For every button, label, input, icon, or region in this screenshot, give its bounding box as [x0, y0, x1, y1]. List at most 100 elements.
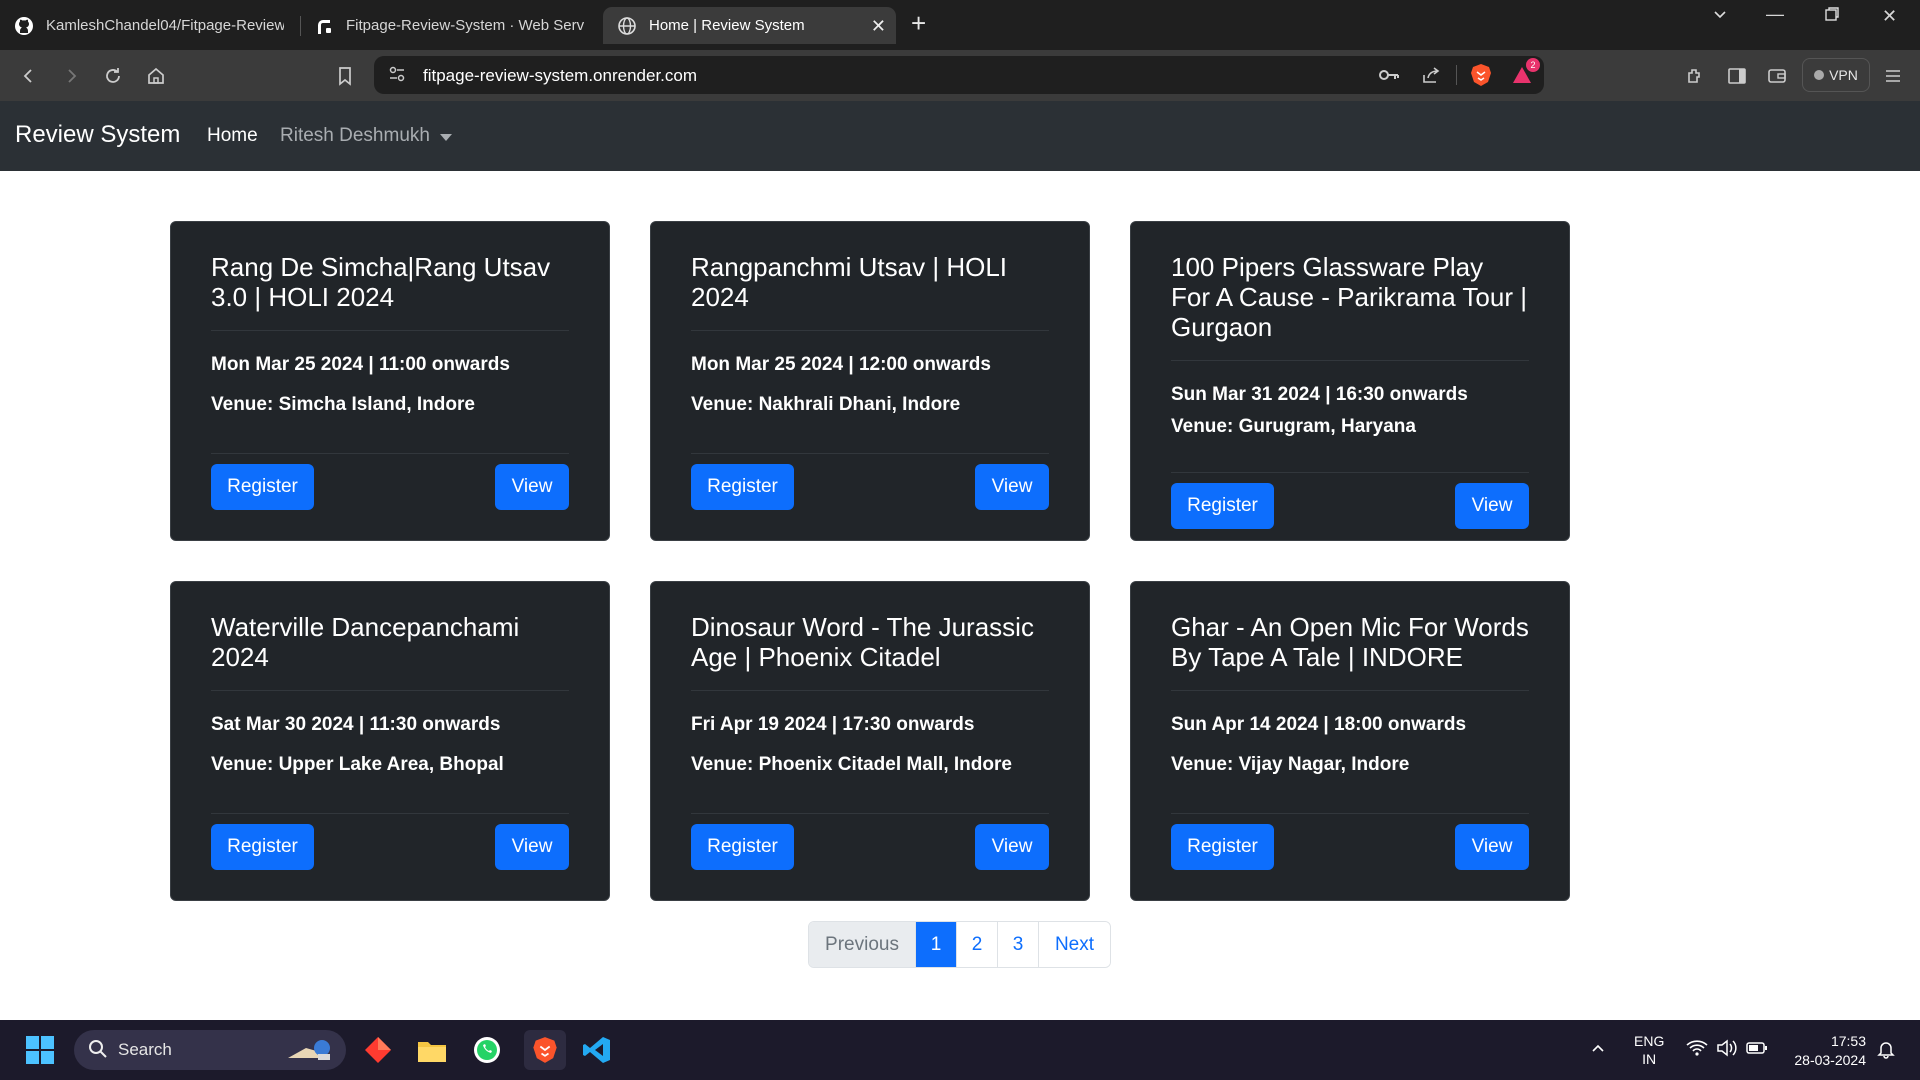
brave-shields-icon[interactable]	[1468, 62, 1494, 88]
clock-date: 28-03-2024	[1794, 1052, 1866, 1068]
event-title: Rangpanchmi Utsav | HOLI 2024	[691, 222, 1049, 331]
event-card: 100 Pipers Glassware Play For A Cause - …	[1130, 221, 1570, 541]
pagination-next[interactable]: Next	[1038, 922, 1110, 967]
event-card: Ghar - An Open Mic For Words By Tape A T…	[1130, 581, 1570, 901]
taskbar-search-label: Search	[118, 1040, 172, 1059]
render-icon	[314, 16, 334, 36]
taskbar: Search ENG IN 17:53 28-03-2024	[0, 1020, 1920, 1080]
wallet-icon[interactable]	[1764, 63, 1790, 89]
search-highlight-icon	[282, 1034, 338, 1071]
card-footer: Register View	[1171, 472, 1529, 529]
pagination-page-2[interactable]: 2	[956, 922, 997, 967]
reload-icon[interactable]	[100, 63, 126, 89]
event-venue: Venue: Nakhrali Dhani, Indore	[691, 394, 961, 415]
tab-title: KamleshChandel04/Fitpage-Review-S	[46, 17, 284, 34]
pagination-previous[interactable]: Previous	[809, 922, 915, 967]
event-venue: Venue: Simcha Island, Indore	[211, 394, 475, 415]
view-button[interactable]: View	[495, 464, 569, 510]
language-code: ENG	[1634, 1033, 1665, 1049]
windows-start-icon[interactable]	[22, 1032, 58, 1068]
event-date: Sat Mar 30 2024 | 11:30 onwards	[211, 714, 501, 735]
notification-badge: 2	[1526, 58, 1540, 72]
pagination-page-3[interactable]: 3	[997, 922, 1038, 967]
browser-tab-github[interactable]: KamleshChandel04/Fitpage-Review-S	[0, 7, 298, 44]
back-icon[interactable]	[16, 63, 42, 89]
event-card: Rangpanchmi Utsav | HOLI 2024 Mon Mar 25…	[650, 221, 1090, 541]
file-explorer-icon[interactable]	[414, 1032, 450, 1068]
browser-tab-render[interactable]: Fitpage-Review-System · Web Servic	[300, 7, 598, 44]
notification-bell-icon[interactable]	[1876, 1039, 1896, 1062]
vpn-button[interactable]: VPN	[1802, 58, 1870, 92]
register-button[interactable]: Register	[211, 464, 314, 510]
register-button[interactable]: Register	[1171, 483, 1274, 529]
card-footer: Register View	[691, 813, 1049, 870]
tab-title: Home | Review System	[649, 17, 805, 34]
taskbar-search[interactable]: Search	[74, 1030, 346, 1070]
event-venue: Venue: Vijay Nagar, Indore	[1171, 754, 1410, 775]
event-card: Waterville Dancepanchami 2024 Sat Mar 30…	[170, 581, 610, 901]
volume-icon[interactable]	[1716, 1039, 1738, 1060]
language-indicator[interactable]: ENG IN	[1634, 1032, 1664, 1068]
vpn-label: VPN	[1829, 67, 1858, 83]
event-title: Ghar - An Open Mic For Words By Tape A T…	[1171, 582, 1529, 691]
globe-icon	[617, 16, 637, 36]
close-tab-icon[interactable]: ✕	[871, 16, 886, 37]
url-text: fitpage-review-system.onrender.com	[423, 66, 698, 85]
event-date: Sun Apr 14 2024 | 18:00 onwards	[1171, 714, 1467, 735]
browser-tab-active[interactable]: Home | Review System ✕	[603, 7, 896, 44]
nav-home-link[interactable]: Home	[207, 125, 258, 147]
browser-toolbar: fitpage-review-system.onrender.com 2 VPN	[0, 50, 1920, 101]
event-card: Rang De Simcha|Rang Utsav 3.0 | HOLI 202…	[170, 221, 610, 541]
event-date: Mon Mar 25 2024 | 11:00 onwards	[211, 354, 510, 375]
view-button[interactable]: View	[975, 464, 1049, 510]
card-footer: Register View	[1171, 813, 1529, 870]
app-diamond-icon[interactable]	[360, 1032, 396, 1068]
event-date: Sun Mar 31 2024 | 16:30 onwards	[1171, 384, 1468, 405]
site-navbar: Review System Home Ritesh Deshmukh	[0, 101, 1920, 171]
restore-icon[interactable]	[1824, 6, 1840, 27]
register-button[interactable]: Register	[691, 824, 794, 870]
menu-icon[interactable]	[1880, 63, 1906, 89]
event-venue: Venue: Gurugram, Haryana	[1171, 416, 1416, 437]
register-button[interactable]: Register	[1171, 824, 1274, 870]
card-footer: Register View	[691, 453, 1049, 510]
sidebar-icon[interactable]	[1724, 63, 1750, 89]
tab-search-chevron-icon[interactable]	[1712, 6, 1728, 27]
event-title: Rang De Simcha|Rang Utsav 3.0 | HOLI 202…	[211, 222, 569, 331]
address-bar[interactable]: fitpage-review-system.onrender.com 2	[374, 56, 1544, 94]
navbar-brand[interactable]: Review System	[15, 121, 180, 149]
show-hidden-icons-chevron[interactable]	[1590, 1040, 1606, 1059]
home-icon[interactable]	[143, 63, 169, 89]
wifi-icon[interactable]	[1686, 1039, 1708, 1060]
vpn-status-icon	[1814, 70, 1825, 80]
region-code: IN	[1642, 1051, 1657, 1067]
extensions-icon[interactable]	[1682, 63, 1708, 89]
key-icon[interactable]	[1376, 62, 1402, 88]
battery-icon[interactable]	[1746, 1040, 1768, 1059]
brave-rewards-icon[interactable]: 2	[1510, 58, 1540, 88]
minimize-icon[interactable]: —	[1766, 4, 1784, 25]
view-button[interactable]: View	[1455, 483, 1529, 529]
clock[interactable]: 17:53 28-03-2024	[1786, 1032, 1866, 1070]
share-icon[interactable]	[1418, 62, 1444, 88]
site-settings-icon[interactable]	[388, 65, 406, 88]
whatsapp-icon[interactable]	[469, 1032, 505, 1068]
pagination: Previous 1 2 3 Next	[808, 921, 1111, 968]
register-button[interactable]: Register	[691, 464, 794, 510]
search-icon	[88, 1039, 108, 1064]
pagination-page-1[interactable]: 1	[915, 922, 956, 967]
vscode-icon[interactable]	[579, 1032, 615, 1068]
new-tab-icon[interactable]: +	[911, 8, 926, 39]
view-button[interactable]: View	[495, 824, 569, 870]
register-button[interactable]: Register	[211, 824, 314, 870]
card-footer: Register View	[211, 453, 569, 510]
view-button[interactable]: View	[1455, 824, 1529, 870]
close-window-icon[interactable]: ✕	[1882, 6, 1897, 27]
view-button[interactable]: View	[975, 824, 1049, 870]
forward-icon[interactable]	[58, 63, 84, 89]
user-name: Ritesh Deshmukh	[280, 125, 430, 146]
user-dropdown[interactable]: Ritesh Deshmukh	[280, 125, 452, 147]
card-footer: Register View	[211, 813, 569, 870]
brave-browser-icon[interactable]	[524, 1030, 566, 1070]
bookmark-icon[interactable]	[332, 63, 358, 89]
